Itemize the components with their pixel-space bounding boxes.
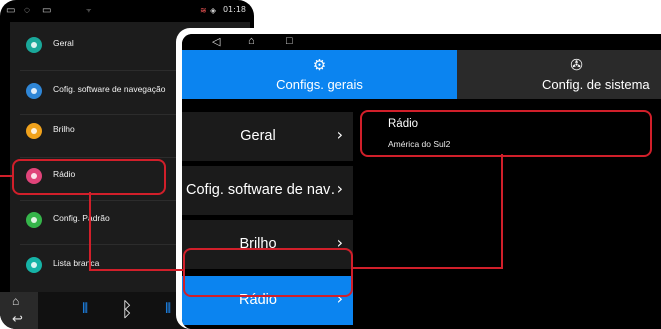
phone-item-label: Brilho bbox=[53, 124, 75, 134]
phone-item-label: Cofig. software de navegação bbox=[53, 84, 166, 94]
sync-icon: ◌ bbox=[24, 5, 30, 16]
home-icon[interactable]: ⌂ bbox=[12, 294, 19, 308]
system-config-icon: ✇ bbox=[570, 57, 583, 74]
phone-item-label: Config. Padrão bbox=[53, 213, 110, 223]
bluetooth-icon[interactable]: ᛒ bbox=[121, 297, 133, 321]
chevron-right-icon: › bbox=[336, 179, 343, 198]
connector-line bbox=[89, 192, 91, 271]
tablet-radio-highlight bbox=[183, 248, 353, 297]
tab-configs-gerais[interactable]: ⚙ Configs. gerais bbox=[182, 50, 457, 99]
tab-label: Configs. gerais bbox=[276, 77, 363, 92]
phone-item-label: Lista branca bbox=[53, 258, 100, 268]
phone-radio-highlight bbox=[12, 159, 166, 195]
connector-line bbox=[501, 154, 503, 269]
window-icon: ▭ bbox=[6, 5, 16, 16]
connector-line bbox=[0, 175, 14, 177]
connector-line bbox=[351, 267, 503, 269]
wifi-icon: ◈ bbox=[210, 6, 217, 15]
back-icon[interactable]: ↩ bbox=[12, 311, 23, 327]
connector-line bbox=[89, 269, 185, 271]
brightness-icon bbox=[26, 123, 42, 139]
signal-icon: ≋ bbox=[200, 6, 207, 15]
whitelist-icon bbox=[26, 257, 42, 273]
tab-label: Config. de sistema bbox=[542, 77, 650, 92]
radio-detail-highlight bbox=[360, 110, 652, 157]
tablet-item-label: Cofig. software de nav… bbox=[186, 182, 336, 198]
tab-config-de-sistema[interactable]: ✇ Config. de sistema bbox=[457, 50, 661, 99]
back-icon[interactable]: ◁ bbox=[212, 35, 220, 48]
home-icon[interactable]: ⌂ bbox=[248, 35, 255, 47]
usb-icon: ᯤ bbox=[86, 8, 92, 14]
tablet-item-navigation[interactable]: Cofig. software de nav… › bbox=[182, 166, 353, 215]
nav-strip: ⌂ ↩ bbox=[0, 292, 38, 329]
equalizer-icon[interactable]: ⦀ bbox=[165, 301, 171, 317]
default-config-icon bbox=[26, 212, 42, 228]
screen-icon: ▭ bbox=[42, 5, 52, 16]
tablet-item-geral[interactable]: Geral › bbox=[182, 112, 353, 161]
geral-icon bbox=[26, 37, 42, 53]
recents-icon[interactable]: □ bbox=[286, 35, 293, 47]
tablet-status-bar: ◁ ⌂ □ bbox=[182, 34, 661, 50]
status-time: 01:18 bbox=[222, 5, 246, 14]
tablet-item-label: Geral bbox=[240, 128, 276, 144]
settings-gear-icon: ⚙ bbox=[312, 57, 327, 74]
equalizer-icon[interactable]: ⦀ bbox=[82, 301, 88, 317]
navigation-icon bbox=[26, 83, 42, 99]
phone-status-bar: ▭ ◌ ▭ ᯤ ≋ ◈ 01:18 bbox=[0, 0, 254, 22]
phone-item-label: Geral bbox=[53, 38, 74, 48]
chevron-right-icon: › bbox=[336, 125, 343, 144]
